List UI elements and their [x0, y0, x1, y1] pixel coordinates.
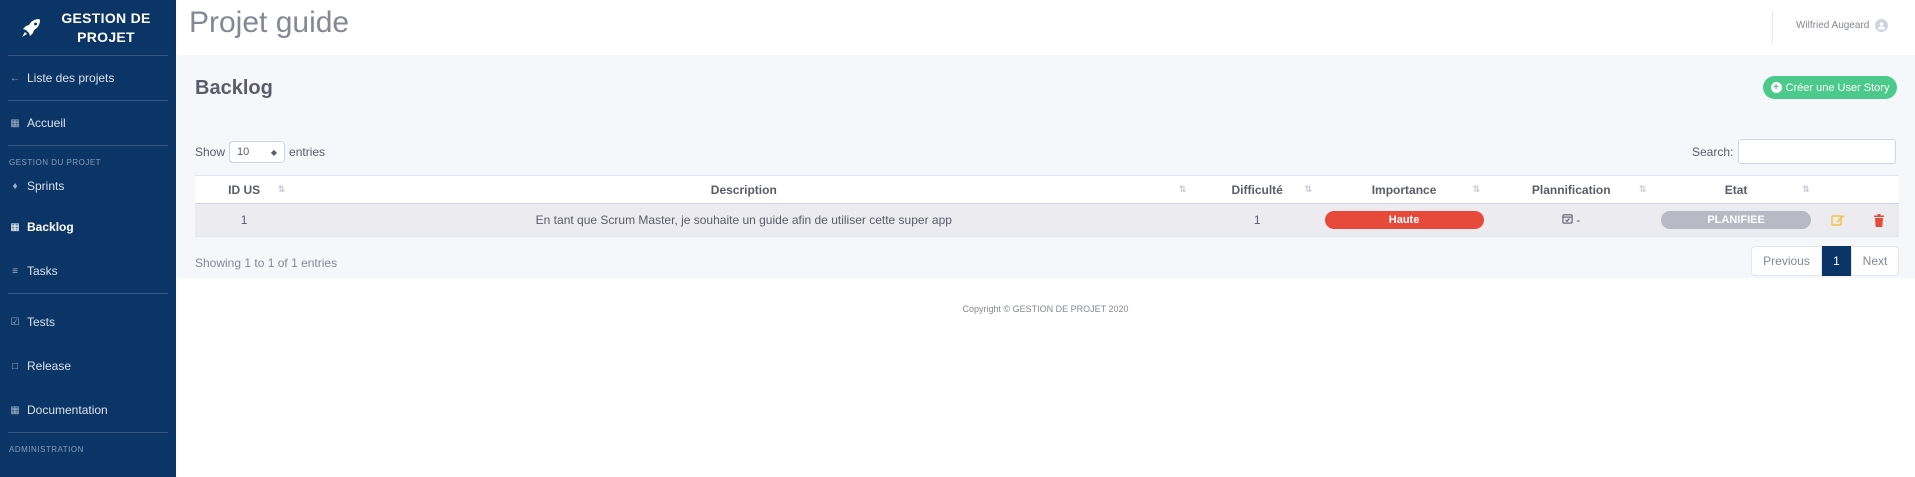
column-header-label: Plannification	[1531, 182, 1611, 197]
arrow-left-icon: ←	[10, 72, 20, 84]
search-input[interactable]	[1738, 139, 1897, 164]
copyright: Copyright © GESTION DE PROJET 2020	[962, 304, 1129, 314]
table-icon: ▦	[10, 221, 20, 233]
sidebar-item-liste-des-projets[interactable]: ← Liste des projets	[0, 56, 176, 100]
cell-difficulty: 1	[1253, 213, 1261, 227]
page-size-select[interactable]: 10 ◆	[229, 141, 286, 163]
sidebar-item-documentation[interactable]: ▦ Documentation	[0, 388, 176, 432]
sort-icon: ⇅	[1638, 184, 1647, 194]
rocket-icon	[16, 13, 46, 43]
cell-planning: -	[1488, 204, 1654, 236]
column-header-label: Etat	[1724, 182, 1748, 197]
list-icon: ≡	[12, 265, 18, 277]
sidebar-item-label: Liste des projets	[27, 71, 115, 85]
sidebar-item-label: Documentation	[27, 403, 108, 417]
select-arrows-icon: ◆	[270, 147, 278, 157]
sidebar-item-accueil[interactable]: ▦ Accueil	[0, 101, 176, 145]
sidebar-item-label: Accueil	[27, 116, 66, 130]
table-header: ID US ⇅ Description ⇅ Difficulté ⇅ Importan…	[195, 175, 1899, 204]
brand-line-2: PROJET	[77, 28, 135, 45]
sidebar-section-heading: GESTION DU PROJET	[9, 158, 102, 167]
table-info: Showing 1 to 1 of 1 entries	[195, 256, 338, 270]
brand[interactable]: GESTION DE PROJET	[8, 0, 168, 56]
sidebar-item-tests[interactable]: ☑ Tests	[0, 300, 176, 344]
sidebar-divider	[8, 145, 168, 146]
sidebar-item-label: Tasks	[27, 264, 58, 278]
sidebar: GESTION DE PROJET ← Liste des projets ▦ …	[0, 0, 176, 477]
section-title: Backlog	[195, 77, 273, 99]
cell-id: 1	[240, 213, 248, 227]
entries-label: entries	[289, 145, 326, 159]
calendar-icon: ▦	[10, 117, 20, 129]
book-icon: ▦	[10, 404, 20, 416]
check-square-icon: ☑	[10, 316, 20, 328]
flame-icon: ♦	[12, 180, 18, 192]
column-header-label: Description	[710, 182, 777, 197]
table-row[interactable]: 1 En tant que Scrum Master, je souhaite …	[195, 204, 1899, 237]
sidebar-item-backlog[interactable]: ▦ Backlog	[0, 205, 176, 249]
column-header-planning[interactable]: Plannification ⇅	[1488, 176, 1654, 203]
planning-value: -	[1576, 213, 1581, 227]
sort-icon: ⇅	[1178, 184, 1187, 194]
content-panel	[176, 55, 1915, 278]
column-header-label: Difficulté	[1231, 182, 1283, 197]
user-name: Wilfried Augeard	[1796, 20, 1870, 31]
backlog-table: ID US ⇅ Description ⇅ Difficulté ⇅ Importan…	[195, 175, 1899, 237]
trash-icon[interactable]	[1871, 212, 1887, 228]
user-avatar-icon	[1875, 19, 1889, 32]
column-header-label: Importance	[1371, 182, 1437, 197]
sidebar-divider	[8, 432, 168, 433]
show-label: Show	[195, 145, 226, 159]
sort-icon: ⇅	[1304, 184, 1312, 194]
search-label: Search:	[1692, 144, 1734, 159]
state-badge: PLANIFIEE	[1661, 211, 1812, 229]
page-1-button[interactable]: 1	[1822, 246, 1851, 276]
sidebar-item-label: Tests	[27, 315, 56, 329]
pagination: Previous 1 Next	[1751, 246, 1899, 276]
importance-badge: Haute	[1324, 211, 1484, 229]
page-title: Projet guide	[189, 6, 350, 39]
sidebar-divider	[8, 293, 168, 294]
create-user-story-label: Créer une User Story	[1785, 81, 1890, 94]
next-page-button[interactable]: Next	[1851, 246, 1899, 276]
cell-importance: Haute	[1320, 204, 1488, 236]
brand-line-1: GESTION DE	[61, 9, 151, 26]
sidebar-item-sprints[interactable]: ♦ Sprints	[0, 167, 176, 205]
sort-icon: ⇅	[277, 184, 286, 194]
sort-icon: ⇅	[1802, 184, 1810, 194]
cell-description: En tant que Scrum Master, je souhaite un…	[535, 213, 952, 227]
sidebar-item-label: Sprints	[27, 179, 65, 193]
cell-state: PLANIFIEE	[1654, 204, 1817, 236]
column-header-importance[interactable]: Importance ⇅	[1320, 176, 1488, 203]
column-header-difficulty[interactable]: Difficulté ⇅	[1194, 176, 1320, 203]
sidebar-item-release[interactable]: □ Release	[0, 344, 176, 388]
page-length-control: Show 10 ◆ entries	[195, 141, 325, 163]
page-size-value: 10	[237, 146, 250, 158]
calendar-check-icon	[1562, 213, 1573, 227]
plus-circle-icon: +	[1770, 82, 1782, 93]
edit-icon[interactable]	[1830, 212, 1846, 228]
column-header-id[interactable]: ID US ⇅	[195, 176, 293, 203]
search-control: Search:	[1692, 139, 1897, 164]
sort-icon: ⇅	[1472, 184, 1481, 194]
previous-page-button[interactable]: Previous	[1751, 246, 1822, 276]
topbar-divider	[1772, 11, 1773, 43]
create-user-story-button[interactable]: + Créer une User Story	[1763, 76, 1897, 99]
file-icon: □	[11, 360, 19, 372]
column-header-actions	[1818, 176, 1899, 203]
user-menu[interactable]: Wilfried Augeard	[1796, 19, 1889, 32]
sidebar-section-heading: ADMINISTRATION	[9, 445, 84, 454]
brand-name: GESTION DE PROJET	[56, 9, 156, 47]
column-header-label: ID US	[228, 182, 261, 197]
sidebar-item-label: Backlog	[27, 220, 74, 234]
sidebar-item-tasks[interactable]: ≡ Tasks	[0, 249, 176, 293]
column-header-description[interactable]: Description ⇅	[293, 176, 1194, 203]
cell-actions	[1818, 204, 1899, 236]
sidebar-item-label: Release	[27, 359, 72, 373]
column-header-state[interactable]: Etat ⇅	[1654, 176, 1817, 203]
topbar: Projet guide Wilfried Augeard	[176, 0, 1915, 55]
